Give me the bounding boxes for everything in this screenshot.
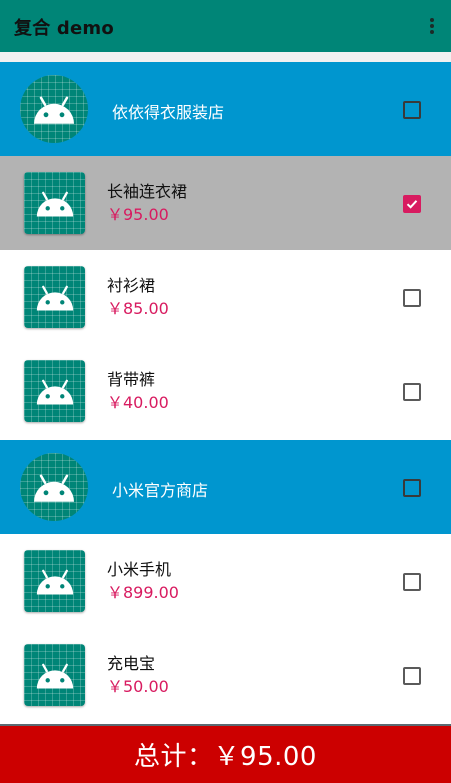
item-checkbox[interactable]	[403, 195, 421, 213]
item-checkbox[interactable]	[403, 573, 421, 591]
check-icon	[406, 200, 418, 209]
android-icon	[20, 453, 88, 521]
item-checkbox[interactable]	[403, 289, 421, 307]
cart-item-row[interactable]: 背带裤 ￥40.00	[0, 344, 451, 438]
item-price: ￥95.00	[107, 205, 169, 224]
store-name: 依依得衣服装店	[112, 103, 225, 122]
app-bar: 复合 demo	[0, 0, 451, 52]
total-amount: 总计：￥95.00	[134, 742, 317, 772]
total-bar[interactable]: 总计：￥95.00	[0, 724, 451, 783]
store-row[interactable]: 小米官方商店	[0, 440, 451, 534]
item-price: ￥40.00	[107, 393, 169, 412]
cart-item-row[interactable]: 小米手机 ￥899.00	[0, 534, 451, 628]
store-row[interactable]: 依依得衣服装店	[0, 62, 451, 156]
item-price: ￥85.00	[107, 299, 169, 318]
cart-list: 依依得衣服装店 长袖连衣裙 ￥95.00 衬衫裙 ￥85.00 背带裤 ￥40.…	[0, 62, 451, 724]
item-checkbox[interactable]	[403, 383, 421, 401]
item-name: 充电宝	[107, 654, 156, 673]
android-icon	[24, 550, 85, 612]
android-icon	[24, 172, 85, 234]
item-price: ￥50.00	[107, 677, 169, 696]
android-icon	[24, 266, 85, 328]
item-checkbox[interactable]	[403, 667, 421, 685]
android-icon	[20, 75, 88, 143]
item-name: 小米手机	[107, 560, 172, 579]
more-vert-icon[interactable]	[425, 14, 439, 38]
android-icon	[24, 644, 85, 706]
store-checkbox[interactable]	[403, 479, 421, 497]
cart-item-row[interactable]: 衬衫裙 ￥85.00	[0, 250, 451, 344]
app-title: 复合 demo	[14, 18, 114, 39]
item-name: 衬衫裙	[107, 276, 156, 295]
divider	[0, 52, 451, 62]
item-name: 背带裤	[107, 370, 156, 389]
item-price: ￥899.00	[107, 583, 179, 602]
store-name: 小米官方商店	[112, 481, 209, 500]
android-icon	[24, 360, 85, 422]
cart-item-row[interactable]: 长袖连衣裙 ￥95.00	[0, 156, 451, 250]
item-name: 长袖连衣裙	[107, 182, 188, 201]
cart-item-row[interactable]: 充电宝 ￥50.00	[0, 628, 451, 722]
store-checkbox[interactable]	[403, 101, 421, 119]
